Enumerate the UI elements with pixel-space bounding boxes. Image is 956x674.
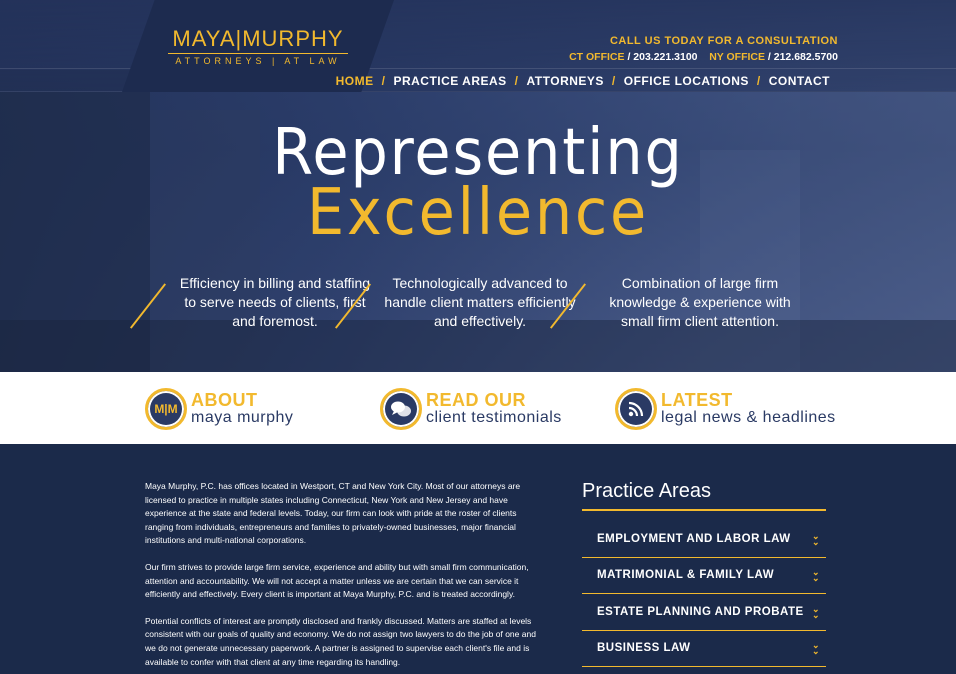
logo-tagline: ATTORNEYS | AT LAW bbox=[175, 56, 341, 66]
nav-office-locations[interactable]: OFFICE LOCATIONS bbox=[624, 74, 749, 88]
hero-feature-text: Combination of large firm knowledge & ex… bbox=[609, 275, 791, 329]
cta-phones: CT OFFICE / 203.221.3100 NY OFFICE / 212… bbox=[569, 51, 838, 63]
mm-monogram-icon: M|M bbox=[145, 388, 187, 430]
ny-office-label: NY OFFICE bbox=[709, 51, 765, 63]
intro-paragraph: Our firm strives to provide large firm s… bbox=[145, 561, 529, 600]
chevron-down-icon: ⌄ ⌄ bbox=[811, 603, 820, 620]
logo-wordmark: MAYA|MURPHY bbox=[172, 26, 344, 51]
nav-separator: / bbox=[756, 74, 761, 88]
practice-areas-title: Practice Areas bbox=[582, 480, 711, 502]
main-content: Maya Murphy, P.C. has offices located in… bbox=[0, 444, 956, 674]
cta-headline: CALL US TODAY FOR A CONSULTATION bbox=[609, 35, 838, 47]
site-logo[interactable]: MAYA|MURPHY ATTORNEYS | AT LAW bbox=[168, 26, 348, 66]
strip-title: LATEST bbox=[661, 390, 733, 410]
testimonials-link[interactable]: READ OUR client testimonials bbox=[380, 386, 562, 432]
hero-feature: Combination of large firm knowledge & ex… bbox=[549, 274, 805, 334]
practice-areas-rule bbox=[582, 509, 826, 511]
strip-subtitle: client testimonials bbox=[426, 409, 562, 426]
about-link[interactable]: M|M ABOUT maya murphy bbox=[145, 386, 293, 432]
nav-home[interactable]: HOME bbox=[336, 74, 374, 88]
nav-separator: / bbox=[514, 74, 519, 88]
practice-area-item[interactable]: ESTATE PLANNING AND PROBATE ⌄ ⌄ bbox=[582, 594, 826, 631]
practice-area-label: EMPLOYMENT AND LABOR LAW bbox=[597, 532, 791, 545]
ct-office-label: CT OFFICE bbox=[569, 51, 625, 63]
intro-paragraph: Potential conflicts of interest are prom… bbox=[145, 615, 536, 667]
logo-rule bbox=[168, 53, 348, 54]
practice-area-label: MATRIMONIAL & FAMILY LAW bbox=[597, 569, 775, 582]
chevron-down-icon: ⌄ ⌄ bbox=[811, 530, 820, 547]
chevron-down-icon: ⌄ ⌄ bbox=[811, 567, 820, 584]
speech-bubbles-icon bbox=[380, 388, 422, 430]
main-nav: HOME / PRACTICE AREAS / ATTORNEYS / OFFI… bbox=[336, 74, 830, 88]
practice-area-label: BUSINESS LAW bbox=[597, 642, 691, 655]
hero-headline-accent: Excellence bbox=[306, 176, 650, 250]
practice-area-label: ESTATE PLANNING AND PROBATE bbox=[597, 605, 804, 618]
strip-title: READ OUR bbox=[426, 390, 527, 410]
ct-office-phone[interactable]: / 203.221.3100 bbox=[627, 51, 697, 63]
rss-feed-icon bbox=[615, 388, 657, 430]
nav-practice-areas[interactable]: PRACTICE AREAS bbox=[393, 74, 506, 88]
practice-areas-list: EMPLOYMENT AND LABOR LAW ⌄ ⌄ MATRIMONIAL … bbox=[582, 521, 826, 667]
hero-section: MAYA|MURPHY ATTORNEYS | AT LAW CALL US T… bbox=[0, 0, 956, 372]
hero-feature: Efficiency in billing and staffing to se… bbox=[129, 274, 375, 334]
quick-links-strip: M|M ABOUT maya murphy READ OUR client te… bbox=[0, 372, 956, 444]
hero-feature: Technologically advanced to handle clien… bbox=[334, 274, 580, 334]
intro-text: Maya Murphy, P.C. has offices located in… bbox=[145, 480, 540, 674]
hero-feature-text: Technologically advanced to handle clien… bbox=[384, 275, 576, 329]
strip-subtitle: maya murphy bbox=[191, 409, 294, 426]
nav-separator: / bbox=[611, 74, 616, 88]
nav-separator: / bbox=[381, 74, 386, 88]
intro-paragraph: Maya Murphy, P.C. has offices located in… bbox=[145, 481, 521, 546]
news-link[interactable]: LATEST legal news & headlines bbox=[615, 386, 836, 432]
ny-office-phone[interactable]: / 212.682.5700 bbox=[768, 51, 838, 63]
practice-area-item[interactable]: BUSINESS LAW ⌄ ⌄ bbox=[582, 631, 826, 667]
chevron-down-icon: ⌄ ⌄ bbox=[811, 640, 820, 657]
strip-subtitle: legal news & headlines bbox=[661, 409, 836, 426]
practice-area-item[interactable]: EMPLOYMENT AND LABOR LAW ⌄ ⌄ bbox=[582, 521, 826, 558]
nav-attorneys[interactable]: ATTORNEYS bbox=[527, 74, 604, 88]
nav-contact[interactable]: CONTACT bbox=[769, 74, 830, 88]
consultation-cta: CALL US TODAY FOR A CONSULTATION CT OFFI… bbox=[569, 35, 838, 63]
practice-area-item[interactable]: MATRIMONIAL & FAMILY LAW ⌄ ⌄ bbox=[582, 558, 826, 594]
strip-title: ABOUT bbox=[191, 390, 258, 410]
